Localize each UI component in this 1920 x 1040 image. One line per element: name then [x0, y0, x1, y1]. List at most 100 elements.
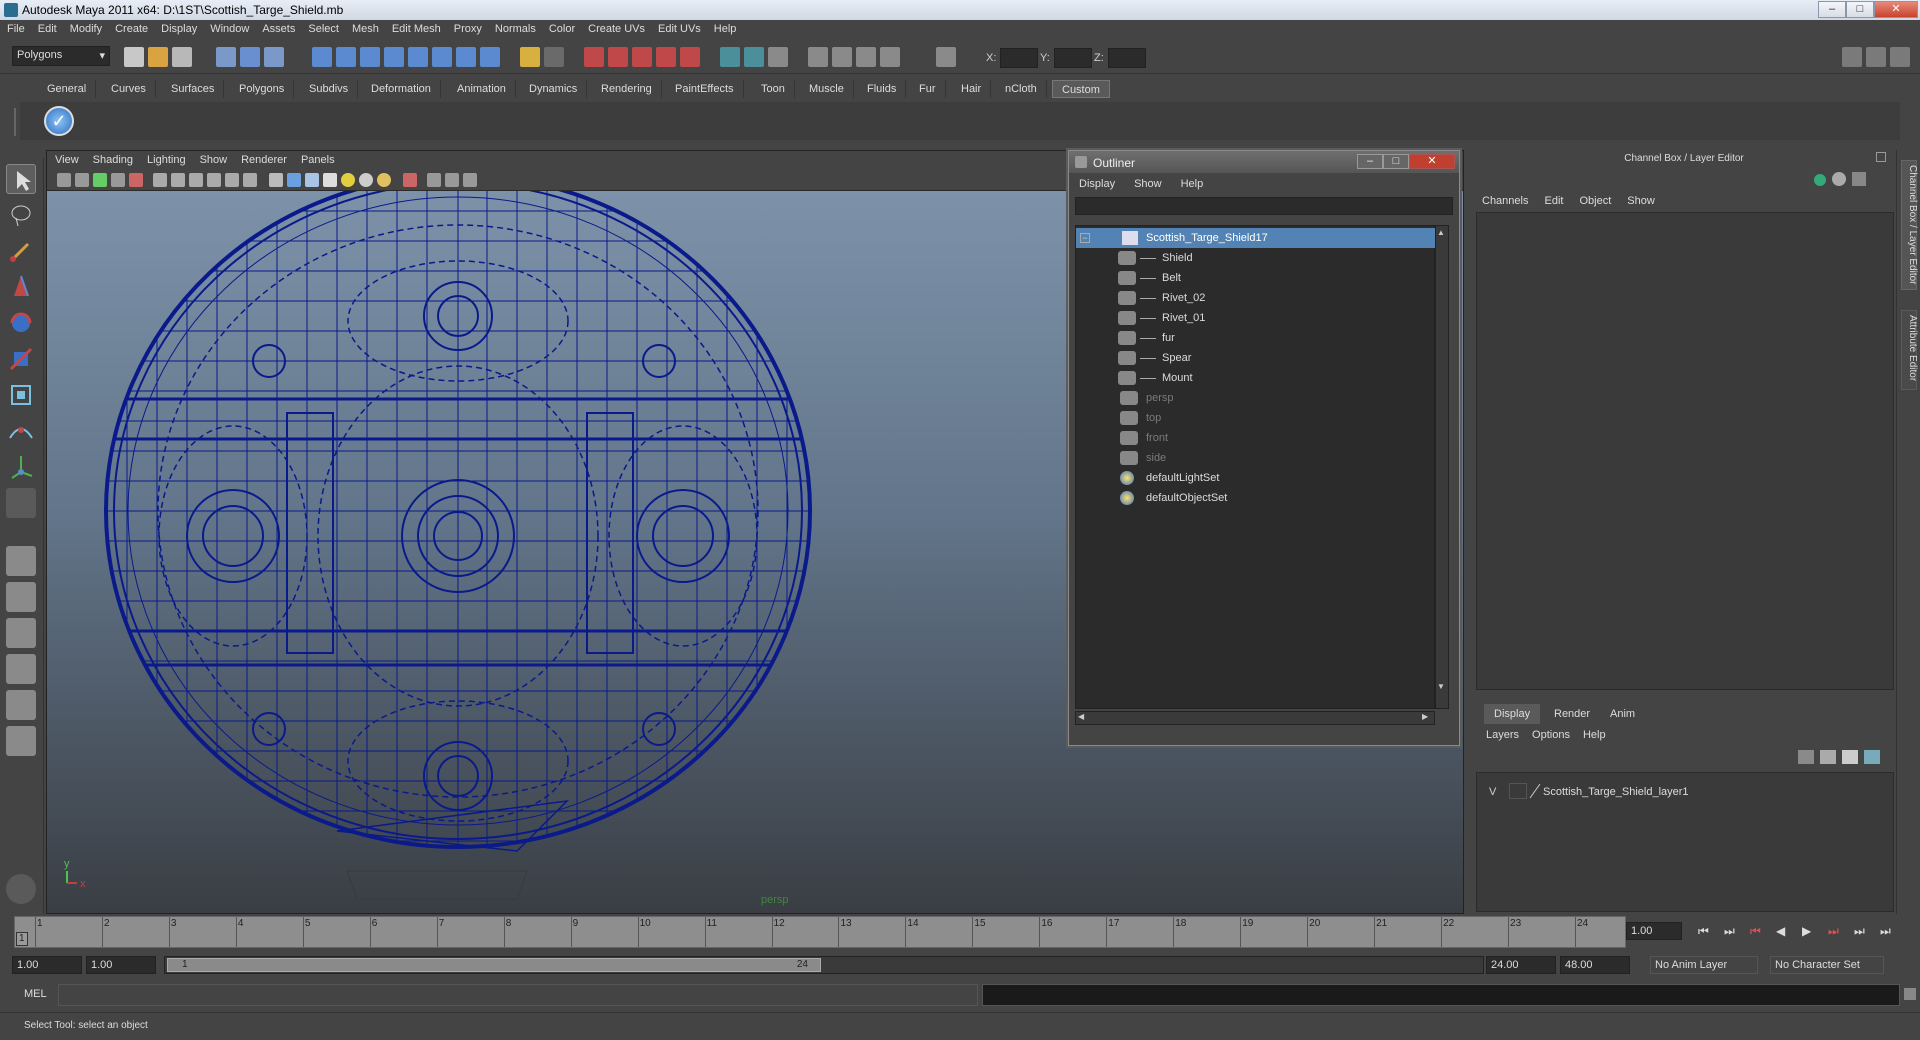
layer-menu-layers[interactable]: Layers [1480, 726, 1526, 741]
outliner-item[interactable]: top [1076, 408, 1436, 428]
scroll-left-icon[interactable]: ◀ [1078, 712, 1084, 721]
single-perspective-layout-icon[interactable] [6, 546, 36, 576]
outliner-item[interactable]: side [1076, 448, 1436, 468]
gate-mask-icon[interactable] [207, 173, 221, 187]
current-frame-field[interactable]: 1.00 [1626, 922, 1682, 940]
layer-type-toggle[interactable] [1509, 783, 1527, 799]
new-layer-selected-icon[interactable] [1864, 750, 1880, 764]
menu-help[interactable]: Help [707, 20, 743, 35]
animation-start-field[interactable]: 1.00 [12, 956, 82, 974]
layer-menu-help[interactable]: Help [1577, 726, 1613, 741]
z-field[interactable] [1108, 48, 1146, 68]
play-forward-icon[interactable]: ▶ [1802, 924, 1811, 938]
four-view-layout-icon[interactable] [6, 582, 36, 612]
input-ops-icon[interactable] [720, 47, 740, 67]
bookmarks-icon[interactable] [93, 173, 107, 187]
menu-color[interactable]: Color [542, 20, 581, 35]
go-to-start-icon[interactable]: ⏮ [1698, 924, 1709, 939]
menu-set-dropdown[interactable]: Polygons ▾ [12, 46, 110, 66]
command-input[interactable] [58, 984, 978, 1006]
hand-tool-icon[interactable] [6, 874, 36, 904]
move-layer-up-icon[interactable] [1798, 750, 1814, 764]
shelf-tab-curves[interactable]: Curves [102, 80, 156, 98]
make-live-icon[interactable] [680, 47, 700, 67]
camera-attributes-icon[interactable] [75, 173, 89, 187]
menu-create[interactable]: Create [108, 20, 154, 35]
two-d-pan-zoom-icon[interactable] [129, 173, 143, 187]
image-plane-icon[interactable] [111, 173, 125, 187]
viewport-menu-shading[interactable]: Shading [85, 151, 139, 166]
layer-menu-options[interactable]: Options [1526, 726, 1577, 741]
show-manipulator-icon[interactable] [6, 452, 36, 482]
animation-end-field[interactable]: 48.00 [1560, 956, 1630, 974]
render-view-icon[interactable] [808, 47, 828, 67]
collapse-icon[interactable]: − [1080, 233, 1090, 243]
snap-grid-icon[interactable] [584, 47, 604, 67]
outliner-item[interactable]: Shield [1076, 248, 1436, 268]
channel-box-menu-show[interactable]: Show [1619, 192, 1663, 207]
viewport-menu-view[interactable]: View [47, 151, 85, 166]
playback-end-field[interactable]: 24.00 [1486, 956, 1556, 974]
viewport-menu-renderer[interactable]: Renderer [233, 151, 293, 166]
menu-assets[interactable]: Assets [255, 20, 301, 35]
isolate-select-icon[interactable] [403, 173, 417, 187]
toggle-attribute-editor-icon[interactable] [1842, 47, 1862, 67]
pick-curves-icon[interactable] [360, 47, 380, 67]
shelf-tab-fur[interactable]: Fur [910, 80, 946, 98]
y-field[interactable] [1054, 48, 1092, 68]
channel-box-menu-edit[interactable]: Edit [1536, 192, 1571, 207]
layout-options-icon[interactable] [6, 764, 36, 778]
field-chart-icon[interactable] [225, 173, 239, 187]
shelf-tab-muscle[interactable]: Muscle [800, 80, 854, 98]
last-tool-icon[interactable] [6, 488, 36, 518]
channel-box-menu-object[interactable]: Object [1571, 192, 1619, 207]
outliner-item[interactable]: Mount [1076, 368, 1436, 388]
menu-edit-mesh[interactable]: Edit Mesh [385, 20, 447, 35]
current-time-indicator[interactable]: 1 [16, 932, 28, 946]
move-layer-down-icon[interactable] [1820, 750, 1836, 764]
wireframe-on-shaded-icon[interactable] [305, 173, 319, 187]
snap-view-plane-icon[interactable] [656, 47, 676, 67]
select-object-icon[interactable] [240, 47, 260, 67]
layer-row[interactable]: V Scottish_Targe_Shield_layer1 [1481, 783, 1891, 801]
shelf-tab-hair[interactable]: Hair [952, 80, 992, 98]
safe-action-icon[interactable] [243, 173, 257, 187]
textured-icon[interactable] [323, 173, 337, 187]
highlight-selection-icon[interactable] [544, 47, 564, 67]
universal-manipulator-icon[interactable] [6, 380, 36, 410]
menu-normals[interactable]: Normals [488, 20, 542, 35]
command-language-label[interactable]: MEL [24, 988, 47, 1000]
scroll-right-icon[interactable]: ▶ [1422, 712, 1428, 721]
construction-history-icon[interactable] [768, 47, 788, 67]
play-backward-icon[interactable]: ◀ [1776, 924, 1785, 938]
outliner-minimize-button[interactable]: ‒ [1357, 154, 1383, 169]
pick-handles-icon[interactable] [312, 47, 332, 67]
menu-proxy[interactable]: Proxy [447, 20, 488, 35]
menu-file[interactable]: File [0, 20, 31, 35]
ipr-render-icon[interactable] [856, 47, 876, 67]
outliner-item[interactable]: defaultLightSet [1076, 468, 1436, 488]
viewport-menu-show[interactable]: Show [192, 151, 234, 166]
smooth-shade-icon[interactable] [287, 173, 301, 187]
step-back-frame-icon[interactable]: ⏮ [1750, 924, 1761, 939]
pick-dynamics-icon[interactable] [432, 47, 452, 67]
channel-box-panel[interactable] [1476, 212, 1894, 690]
hypershade-persp-layout-icon[interactable] [6, 690, 36, 720]
toggle-tool-settings-icon[interactable] [1866, 47, 1886, 67]
rotate-tool-icon[interactable] [6, 308, 36, 338]
outliner-item[interactable]: Belt [1076, 268, 1436, 288]
pick-deformations-icon[interactable] [408, 47, 428, 67]
step-forward-key-icon[interactable]: ⏭ [1854, 924, 1865, 939]
float-panel-icon[interactable] [1876, 152, 1886, 162]
time-slider-track[interactable]: 1 2 3 4 5 6 7 8 9 10 11 12 13 14 15 16 17 18 19 20 21 22 23 24 [14, 916, 1626, 948]
layer-list[interactable]: V Scottish_Targe_Shield_layer1 [1476, 772, 1894, 912]
menu-select[interactable]: Select [301, 20, 345, 35]
outliner-list[interactable]: − Scottish_Targe_Shield17 Shield Belt Rivet_… [1075, 225, 1436, 709]
x-field[interactable] [1000, 48, 1038, 68]
minimize-button[interactable]: ‒ [1818, 1, 1846, 18]
maximize-button[interactable]: □ [1846, 1, 1874, 18]
pick-rendering-icon[interactable] [456, 47, 476, 67]
tool-settings-toggle-icon[interactable] [1852, 172, 1866, 186]
outliner-vertical-scrollbar[interactable]: ▲ ▼ [1435, 225, 1449, 709]
outliner-item[interactable]: − Scottish_Targe_Shield17 [1076, 228, 1436, 248]
